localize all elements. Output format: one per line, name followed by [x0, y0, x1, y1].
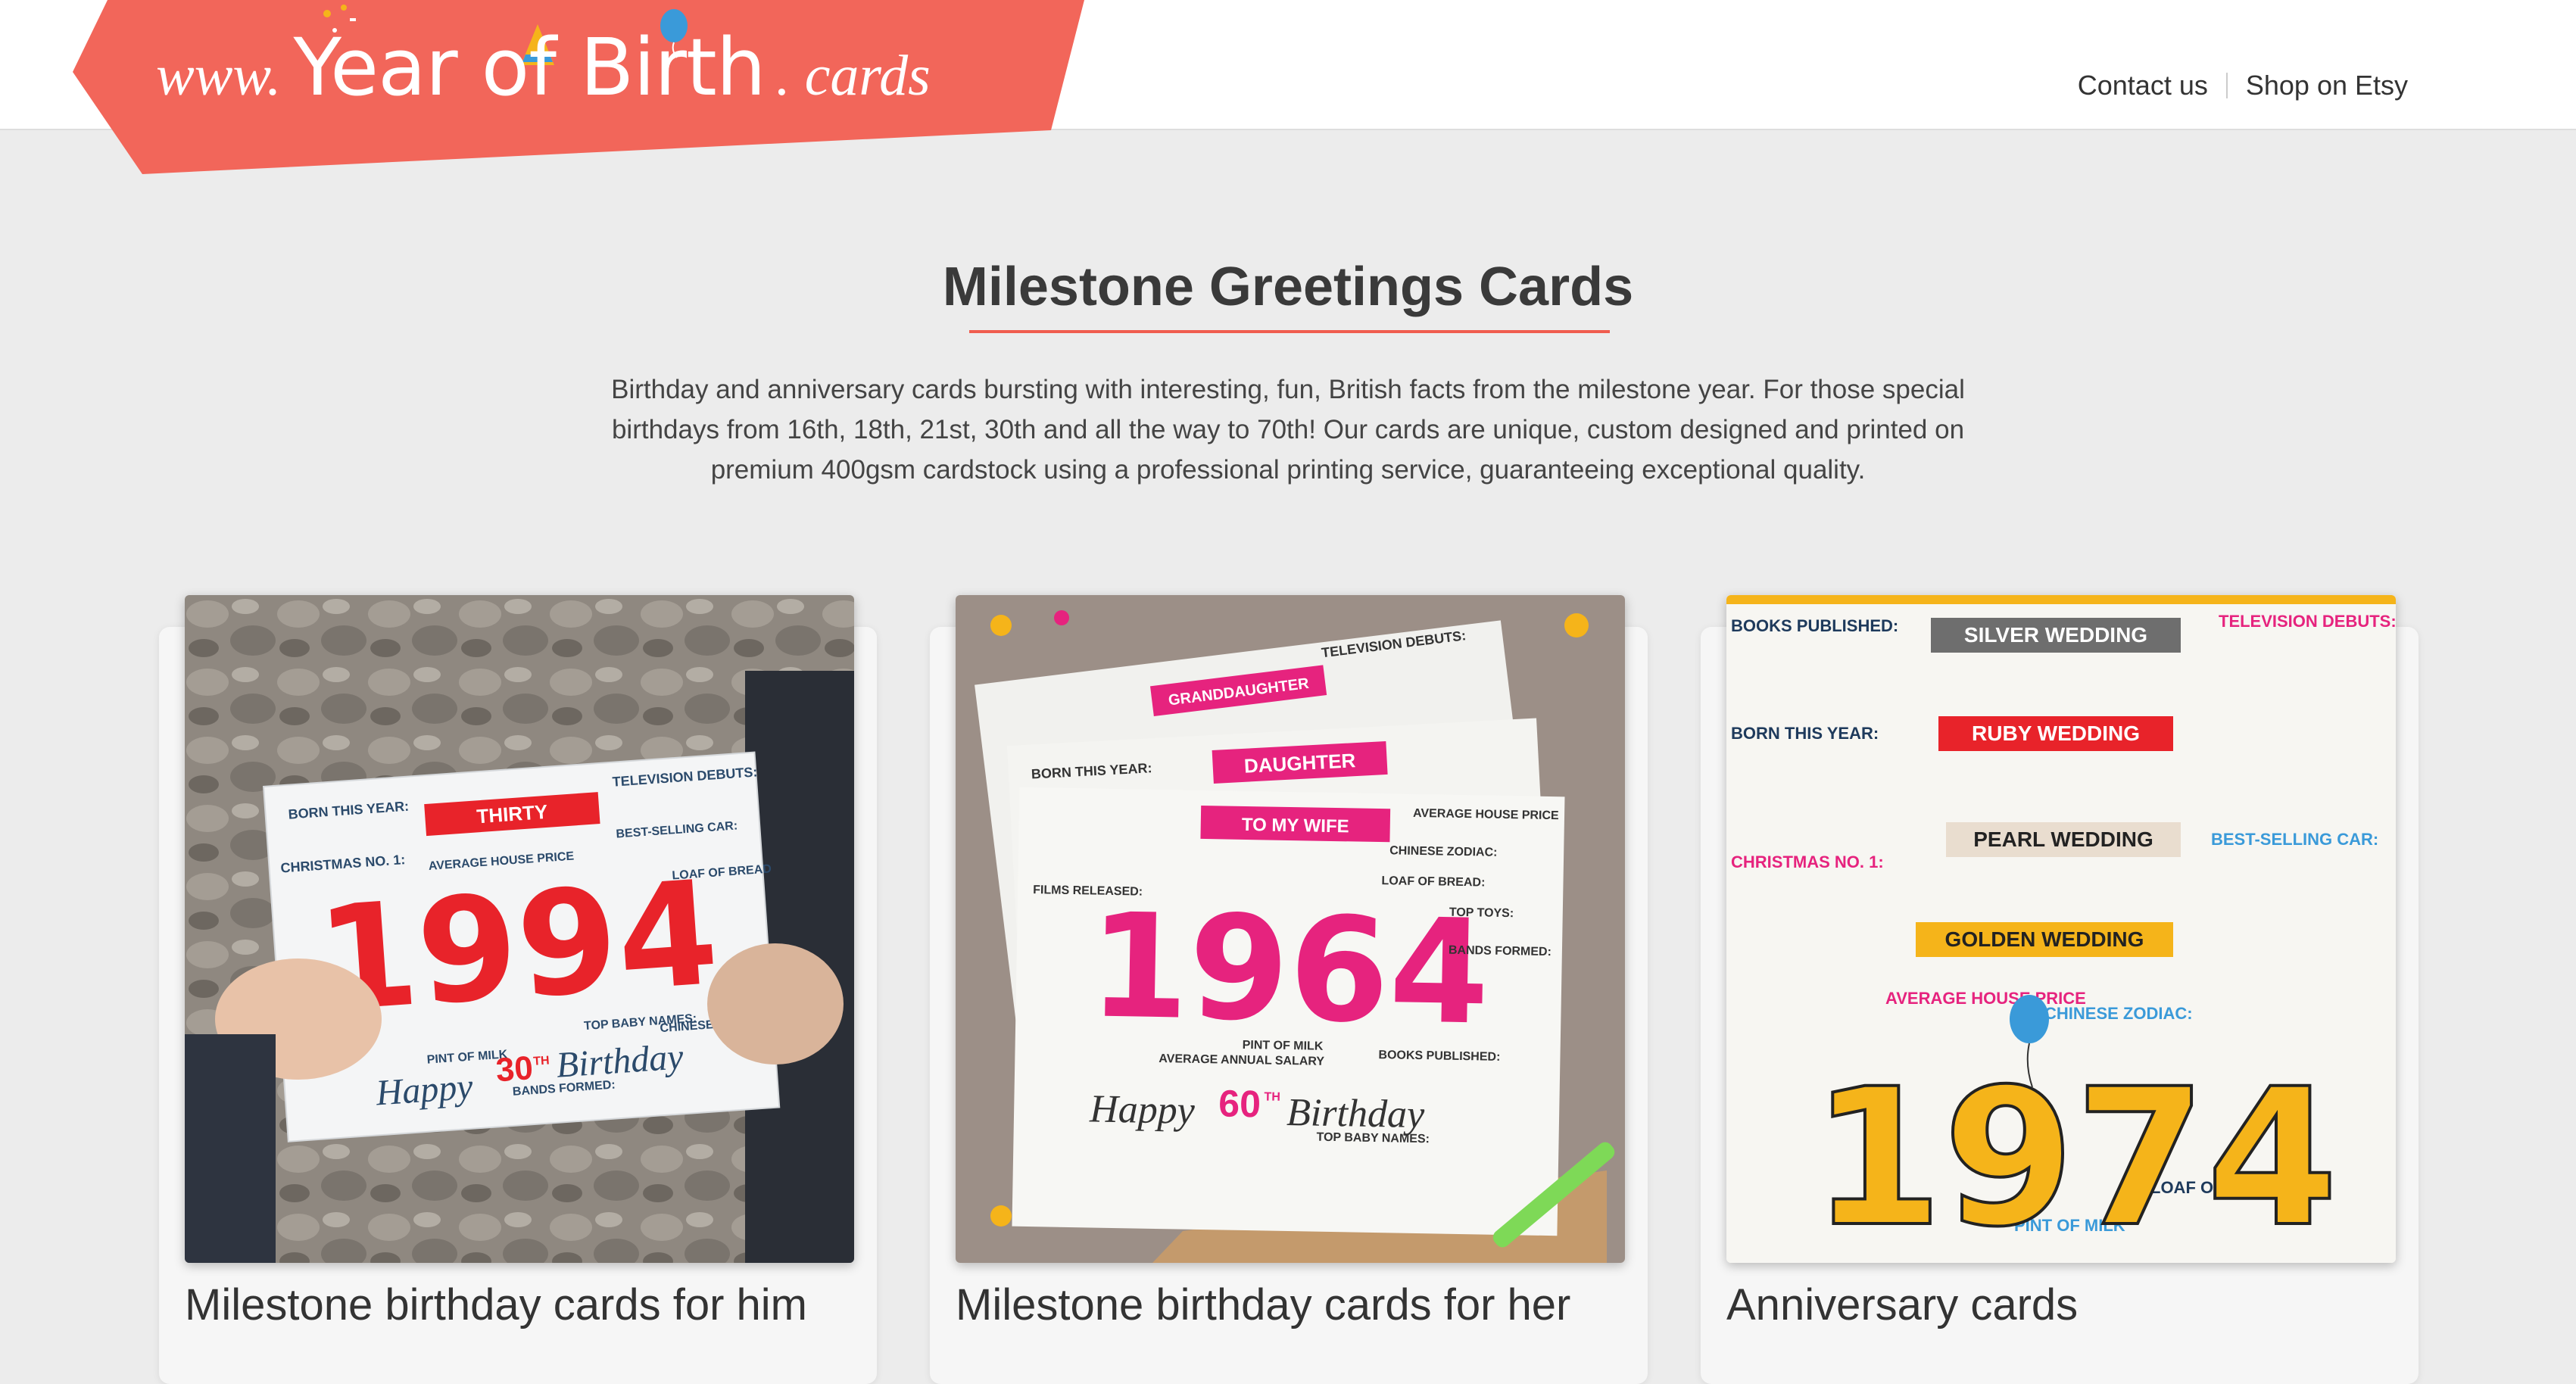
card3-fact-3: CHRISTMAS NO. 1: [1731, 853, 1884, 871]
card-image-anniversary[interactable]: SILVER WEDDING RUBY WEDDING PEARL WEDDIN… [1726, 595, 2396, 1263]
card2-fact-2: AVERAGE HOUSE PRICE [1413, 807, 1559, 822]
logo-cards: . cards [775, 44, 931, 108]
card2-fact-3: CHINESE ZODIAC: [1389, 844, 1498, 859]
card2-greeting-pre: Happy [1089, 1087, 1196, 1132]
card3-fact-1: TELEVISION DEBUTS: [2219, 612, 2396, 631]
card2-fact-6: BOOKS PUBLISHED: [1378, 1049, 1500, 1064]
card-label-him[interactable]: Milestone birthday cards for him [185, 1280, 807, 1330]
card3-fact-5: CHINESE ZODIAC: [2044, 1004, 2193, 1023]
card2-ribbon-2: TO MY WIFE [1242, 815, 1349, 837]
card2-greeting-sup: TH [1264, 1090, 1280, 1103]
nav-etsy-link[interactable]: Shop on Etsy [2246, 70, 2408, 101]
card3-ribbon-1: RUBY WEDDING [1972, 722, 2140, 745]
card-label-anniversary[interactable]: Anniversary cards [1726, 1280, 2078, 1330]
logo-main: Year of Birth [293, 21, 766, 114]
card3-fact-2: BORN THIS YEAR: [1731, 724, 1879, 743]
title-underline [969, 330, 1610, 333]
card3-fact-0: BOOKS PUBLISHED: [1731, 616, 1898, 635]
card3-fact-8: BEST-SELLING CAR: [2211, 830, 2378, 849]
card2-fact-11: BANDS FORMED: [1449, 944, 1552, 959]
card3-ribbon-3: GOLDEN WEDDING [1945, 927, 2144, 951]
page-title: Milestone Greetings Cards [942, 257, 1634, 317]
card2-fact-8: PINT OF MILK [1243, 1039, 1324, 1053]
card-image-him[interactable]: THIRTY BORN THIS YEAR: TELEVISION DEBUTS… [185, 595, 854, 1263]
card3-ribbon-0: SILVER WEDDING [1964, 623, 2147, 647]
card3-year: 1974 [1811, 1048, 2338, 1263]
card1-greeting-sup: TH [533, 1054, 550, 1068]
site-header: www. Year of Birth . cards Contact us Sh… [0, 0, 2576, 174]
card-image-her[interactable]: GRANDDAUGHTER TELEVISION DEBUTS: DAUGHTE… [956, 595, 1625, 1263]
nav-divider [2225, 73, 2228, 98]
card1-greeting-pre: Happy [374, 1067, 475, 1114]
card-label-her[interactable]: Milestone birthday cards for her [956, 1280, 1570, 1330]
card2-greeting-num: 60 [1218, 1082, 1261, 1125]
header-nav: Contact us Shop on Etsy [2078, 70, 2408, 101]
card3-ribbon-2: PEARL WEDDING [1973, 828, 2153, 851]
logo-www: www. [156, 44, 282, 108]
site-logo[interactable]: www. Year of Birth . cards [73, 0, 1084, 174]
nav-contact-link[interactable]: Contact us [2078, 70, 2208, 101]
card2-fact-10: TOP TOYS: [1449, 906, 1514, 920]
card2-greeting-post: Birthday [1286, 1091, 1426, 1136]
card2-year: 1964 [1087, 882, 1491, 1056]
intro-text: Birthday and anniversary cards bursting … [611, 375, 1965, 485]
logo-text: www. Year of Birth . cards [156, 21, 931, 114]
card1-greeting-num: 30 [494, 1049, 534, 1089]
